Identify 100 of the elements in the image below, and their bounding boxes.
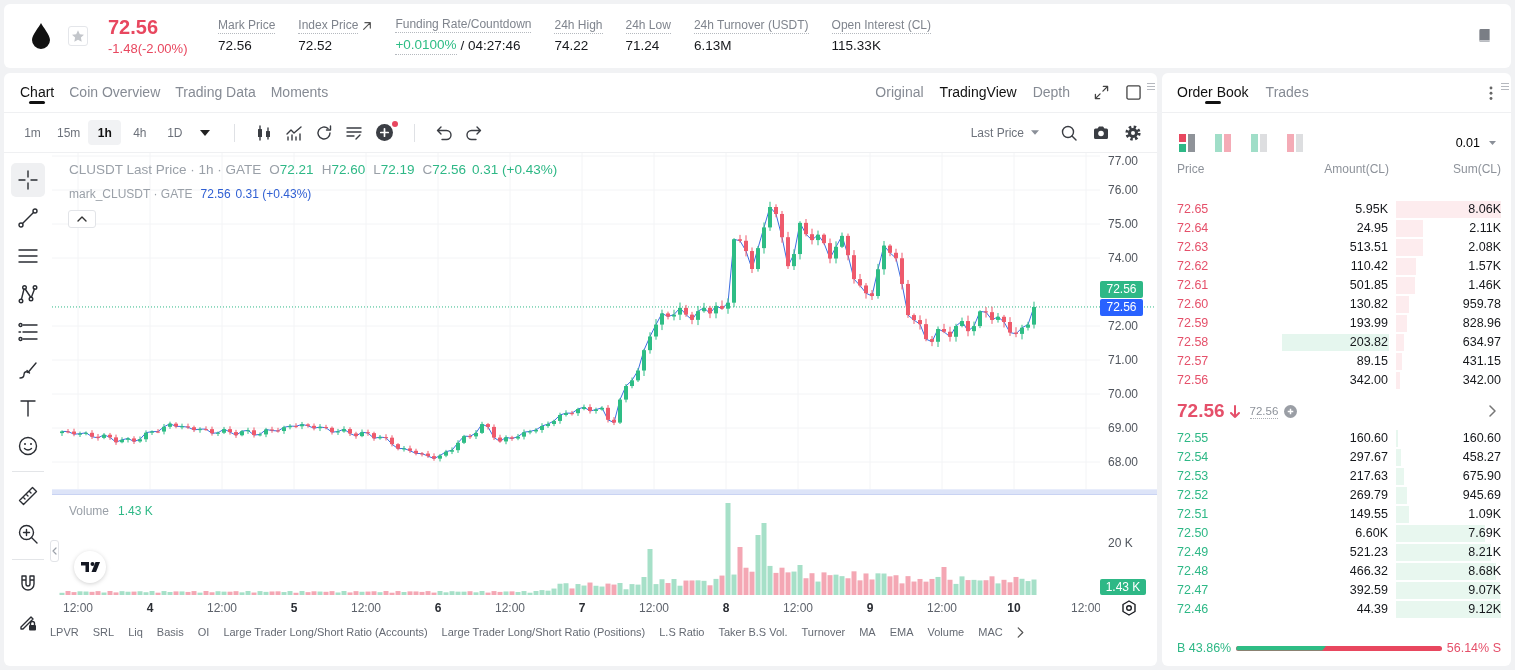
indicator-tab[interactable]: OI [197,623,210,641]
bid-amount: 160.60 [1348,430,1389,447]
time-axis-label: 6 [434,601,442,615]
column-header: Price [1177,161,1206,178]
search-icon[interactable] [1061,124,1077,141]
bid-amount: 297.67 [1348,449,1389,466]
ohlc-key: O [269,162,280,177]
indicator-tab[interactable]: MAC [978,623,1003,641]
bid-sum: 9.07K [1468,583,1501,597]
chevron-right-icon[interactable] [1016,626,1024,638]
undo-icon[interactable] [436,124,453,141]
time-axis-label: 8 [722,601,730,615]
list-pencil-icon[interactable] [346,124,363,141]
zigzag-nodes-icon [18,284,38,304]
more-options-icon[interactable] [1489,85,1493,100]
ask-amount: 193.99 [1348,315,1389,332]
view-mode-tab[interactable]: Original [875,82,924,103]
caret-down-icon[interactable] [200,129,211,136]
price-axis-label: 75.00 [1108,217,1139,231]
plus-circle-icon[interactable] [376,124,394,141]
bid-sum: 7.69K [1468,526,1501,540]
bid-sum: 1.09K [1468,507,1501,521]
indicator-tab[interactable]: SRL [92,623,115,641]
time-axis-label: 12:00 [927,601,957,615]
bid-amount: 521.23 [1348,544,1389,561]
stat-value: 72.52 [298,36,333,55]
oil-drop-icon [32,23,50,49]
last-price: 72.56 [108,14,160,39]
chevron-right-icon[interactable] [1489,405,1496,417]
indicator-tab[interactable]: MA [859,623,876,641]
ask-sum: 431.15 [1462,354,1501,368]
time-axis-label: 5 [290,601,298,615]
time-axis-label: 12:00 [63,601,93,615]
price-axis-label: 76.00 [1108,183,1139,197]
indicator-tab[interactable]: Large Trader Long/Short Ratio (Accounts) [223,623,428,641]
indicator-tab[interactable]: Large Trader Long/Short Ratio (Positions) [441,623,646,641]
settings-icon[interactable] [1120,599,1137,616]
ask-amount: 130.82 [1348,296,1389,313]
indicator-tab[interactable]: Taker B.S Vol. [718,623,788,641]
view-mode-tab[interactable]: TradingView [939,82,1017,103]
indicator-tab[interactable]: Liq [128,623,143,641]
precision-select[interactable]: 0.01 [1455,133,1501,153]
volume-tag: 1.43 K [1100,579,1146,595]
ask-sum: 959.78 [1462,297,1501,311]
ask-amount: 342.00 [1348,372,1389,389]
settings-icon[interactable] [1125,124,1141,141]
candlestick-icon[interactable] [256,124,273,141]
interval-tab[interactable]: 4h [123,120,157,145]
panel-tab[interactable]: Trades [1265,73,1309,112]
collapse-legend-button[interactable] [68,210,96,228]
interval-tab[interactable]: 1D [158,120,192,145]
notebook-icon[interactable] [1478,29,1491,43]
interval-tab[interactable]: 1m [16,120,49,145]
bid-sum: 945.69 [1462,488,1501,502]
stat-label: 24h Turnover (USDT) [693,17,809,34]
circular-arrow-icon[interactable] [316,124,333,141]
interval-tab[interactable]: 1h [88,120,122,145]
indicator-tab[interactable]: Volume [927,623,965,641]
bid-sum: 8.21K [1468,545,1501,559]
column-pair-icon[interactable] [1179,134,1195,152]
indicator-tab[interactable]: L.S Ratio [659,623,705,641]
grip-icon[interactable] [1501,83,1509,90]
ask-sum: 2.08K [1468,240,1501,254]
price-axis-label: 72.00 [1108,319,1139,333]
interval-tab[interactable]: 15m [51,120,87,145]
stat-value: 72.56 [218,36,252,55]
ask-price: 72.61 [1177,277,1210,295]
view-mode-tab[interactable]: Depth [1032,82,1070,103]
arrow-up-right-icon[interactable] [362,20,373,31]
square-icon[interactable] [1126,85,1141,100]
camera-icon[interactable] [1093,125,1109,140]
time-axis-label: 12:00 [639,601,669,615]
bid-sum: 9.12K [1468,602,1501,616]
price-source-select[interactable]: Last Price [970,123,1039,142]
ask-amount: 501.85 [1348,277,1389,294]
indicator-tab[interactable]: EMA [889,623,914,641]
drawing-tool-button[interactable] [11,163,45,197]
panel-tab[interactable]: Moments [270,73,329,112]
panel-tab[interactable]: Coin Overview [69,73,161,112]
panel-tab[interactable]: Order Book [1177,73,1249,112]
crosshair-icon [18,170,38,190]
redo-icon[interactable] [466,124,483,141]
time-axis-label: 4 [146,601,154,615]
chevron-up-icon [77,216,87,222]
legend-title: mark_CLUSDT · GATE [69,187,193,201]
price-axis-label: 74.00 [1108,251,1139,265]
indicator-tab[interactable]: Turnover [801,623,846,641]
bid-price: 72.51 [1177,506,1210,524]
panel-tab[interactable]: Chart [20,73,55,112]
bid-price: 72.47 [1177,582,1210,600]
panel-tab[interactable]: Trading Data [175,73,256,112]
ask-sum: 8.06K [1468,202,1501,216]
indicator-tab[interactable]: Basis [156,623,184,641]
indicator-tab[interactable]: LPVR [50,623,79,641]
grip-icon[interactable] [1147,83,1155,90]
time-axis-label: 12:00 [783,601,813,615]
last-price: 72.56 [1177,399,1225,423]
line-and-bars-icon[interactable] [286,124,303,141]
collapse-handle[interactable] [50,540,59,562]
expand-icon[interactable] [1094,85,1109,100]
